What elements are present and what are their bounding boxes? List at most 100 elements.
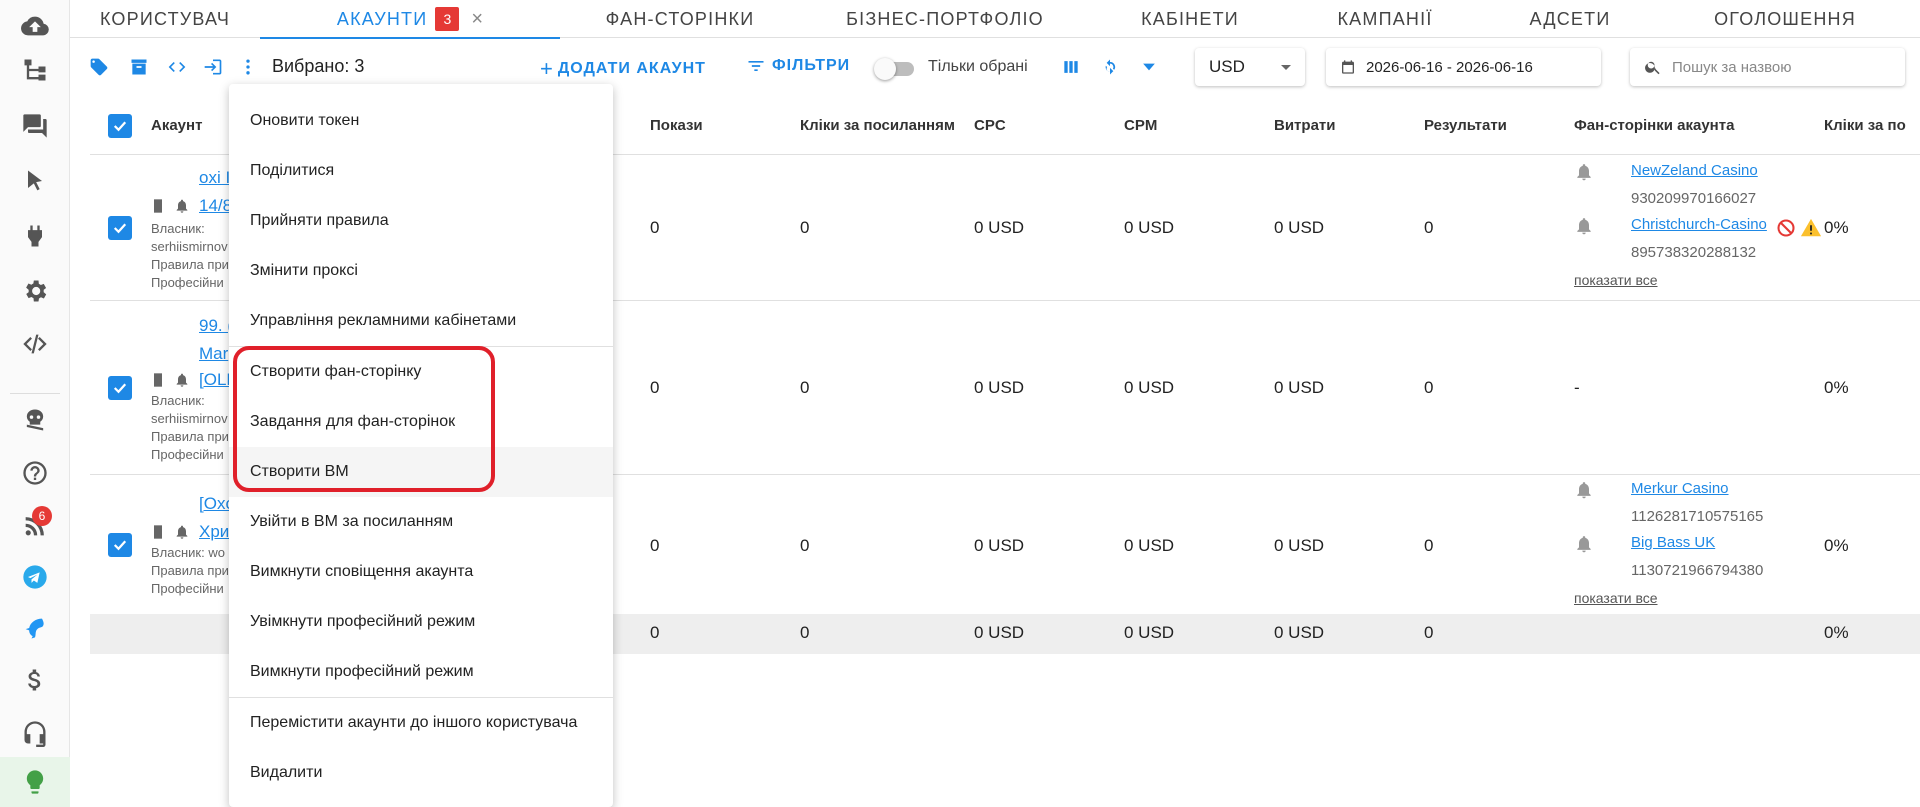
book-icon[interactable] [150, 524, 166, 540]
account-name[interactable]: Mar [199, 344, 228, 364]
menu-item-change-proxy[interactable]: Змінити проксі [229, 246, 613, 296]
currency-select[interactable]: USD [1195, 48, 1305, 86]
bell-icon[interactable] [1574, 480, 1594, 500]
account-name[interactable]: 99. ( [199, 316, 233, 336]
show-all-link[interactable]: показати все [1574, 590, 1658, 606]
cell-results: 0 [1424, 536, 1434, 555]
row-checkbox[interactable] [108, 533, 132, 557]
gear-icon[interactable] [0, 265, 70, 317]
menu-item-refresh-token[interactable]: Оновити токен [229, 96, 613, 146]
fanpage-link[interactable]: NewZeland Casino [1631, 162, 1758, 179]
account-name[interactable]: 14/8 [199, 196, 232, 216]
tab-adsets[interactable]: АДСЕТИ [1480, 0, 1660, 38]
bell-icon[interactable] [1574, 534, 1594, 554]
menu-item-accept-rules[interactable]: Прийняти правила [229, 196, 613, 246]
fanpage-link[interactable]: Christchurch-Casino [1631, 216, 1767, 233]
selected-count: Вибрано: 3 [272, 56, 365, 76]
header-clicks-2[interactable]: Кліки за по [1824, 117, 1906, 134]
cell-spend: 0 USD [1274, 378, 1325, 397]
show-all-link[interactable]: показати все [1574, 272, 1658, 288]
account-name[interactable]: oxi I [199, 168, 230, 188]
book-icon[interactable] [150, 198, 166, 214]
caret-down-icon[interactable] [1136, 54, 1162, 80]
headset-icon[interactable] [0, 707, 70, 759]
header-spend[interactable]: Витрати [1274, 117, 1335, 134]
archive-icon[interactable] [126, 54, 152, 80]
rss-icon[interactable]: 6 [0, 500, 70, 552]
dollar-icon[interactable] [0, 654, 70, 706]
menu-item-create-fanpage[interactable]: Створити фан-сторінку [229, 347, 613, 397]
bell-icon[interactable] [1574, 216, 1594, 236]
filter-icon [748, 61, 764, 71]
bell-icon[interactable] [174, 198, 190, 214]
book-icon[interactable] [150, 372, 166, 388]
total-spend: 0 USD [1274, 623, 1325, 642]
header-clicks[interactable]: Кліки за посиланням [800, 117, 955, 134]
cursor-icon[interactable] [0, 155, 70, 207]
header-results[interactable]: Результати [1424, 117, 1507, 134]
tab-accounts[interactable]: АКАУНТИ 3 × [260, 0, 560, 39]
plug-icon[interactable] [0, 210, 70, 262]
menu-item-create-bm[interactable]: Створити ВМ [229, 447, 613, 497]
owner-label: Власник: wo [151, 545, 225, 560]
lightbulb-icon[interactable] [0, 757, 70, 807]
menu-item-fanpage-tasks[interactable]: Завдання для фан-сторінок [229, 397, 613, 447]
sitemap-icon[interactable] [0, 44, 70, 96]
chat-icon[interactable] [0, 100, 70, 152]
columns-icon[interactable] [1058, 54, 1084, 80]
header-fanpages[interactable]: Фан-сторінки акаунта [1574, 117, 1734, 134]
header-cpm[interactable]: CPM [1124, 117, 1157, 134]
tab-business-portfolio[interactable]: БІЗНЕС-ПОРТФОЛІО [800, 0, 1090, 38]
date-range-picker[interactable]: 2026-06-16 - 2026-06-16 [1326, 48, 1601, 86]
telegram-icon[interactable] [0, 551, 70, 603]
total-shows: 0 [650, 623, 660, 642]
menu-item-share[interactable]: Поділитися [229, 146, 613, 196]
header-cpc[interactable]: CPC [974, 117, 1006, 134]
fanpage-link[interactable]: Big Bass UK [1631, 534, 1715, 551]
code-icon[interactable] [0, 318, 70, 370]
cell-cpm: 0 USD [1124, 536, 1175, 555]
total-ctr: 0% [1824, 623, 1849, 642]
help-icon[interactable] [0, 447, 70, 499]
rules-text: Правила при [151, 563, 229, 578]
menu-item-disable-notifications[interactable]: Вимкнути сповіщення акаунта [229, 547, 613, 597]
dolphin-icon[interactable] [0, 602, 70, 654]
cell-cpc: 0 USD [974, 218, 1025, 237]
menu-item-delete[interactable]: Видалити [229, 748, 613, 798]
only-selected-label: Тільки обрані [928, 58, 1028, 75]
fanpage-link[interactable]: Merkur Casino [1631, 480, 1729, 497]
tab-user[interactable]: КОРИСТУВАЧ [70, 0, 260, 38]
menu-item-move-accounts[interactable]: Перемістити акаунти до іншого користувач… [229, 698, 613, 748]
top-tabs: КОРИСТУВАЧ АКАУНТИ 3 × ФАН-СТОРІНКИ БІЗН… [70, 0, 1920, 39]
select-all-checkbox[interactable] [108, 114, 132, 138]
bell-icon[interactable] [1574, 162, 1594, 182]
row-checkbox[interactable] [108, 216, 132, 240]
tab-campaigns[interactable]: КАМПАНІЇ [1290, 0, 1480, 38]
pirate-logo-icon[interactable] [0, 394, 70, 446]
only-selected-toggle[interactable] [874, 58, 914, 80]
menu-item-manage-ad-cabinets[interactable]: Управління рекламними кабінетами [229, 296, 613, 346]
account-name[interactable]: Хри [199, 522, 229, 542]
bell-icon[interactable] [174, 372, 190, 388]
header-account[interactable]: Акаунт [151, 117, 202, 134]
tab-ads[interactable]: ОГОЛОШЕННЯ [1660, 0, 1910, 38]
more-vertical-icon[interactable] [235, 54, 261, 80]
menu-item-enter-bm-by-link[interactable]: Увійти в ВМ за посиланням [229, 497, 613, 547]
refresh-icon[interactable] [1097, 54, 1123, 80]
header-shows[interactable]: Покази [650, 117, 703, 134]
filters-button[interactable]: ФІЛЬТРИ [746, 56, 850, 76]
close-icon[interactable]: × [471, 8, 483, 31]
search-input[interactable]: Пошук за назвою [1630, 48, 1905, 86]
menu-item-disable-pro-mode[interactable]: Вимкнути професійний режим [229, 647, 613, 697]
menu-item-enable-pro-mode[interactable]: Увімкнути професійний режим [229, 597, 613, 647]
add-account-button[interactable]: + ДОДАТИ АКАУНТ [540, 56, 706, 82]
login-icon[interactable] [200, 54, 226, 80]
tab-cabinets[interactable]: КАБІНЕТИ [1090, 0, 1290, 38]
code-icon[interactable] [164, 54, 190, 80]
blocked-icon [1776, 218, 1796, 238]
row-checkbox[interactable] [108, 376, 132, 400]
search-icon [1645, 61, 1660, 75]
tag-icon[interactable] [86, 54, 112, 80]
tab-fanpages[interactable]: ФАН-СТОРІНКИ [560, 0, 800, 38]
bell-icon[interactable] [174, 524, 190, 540]
